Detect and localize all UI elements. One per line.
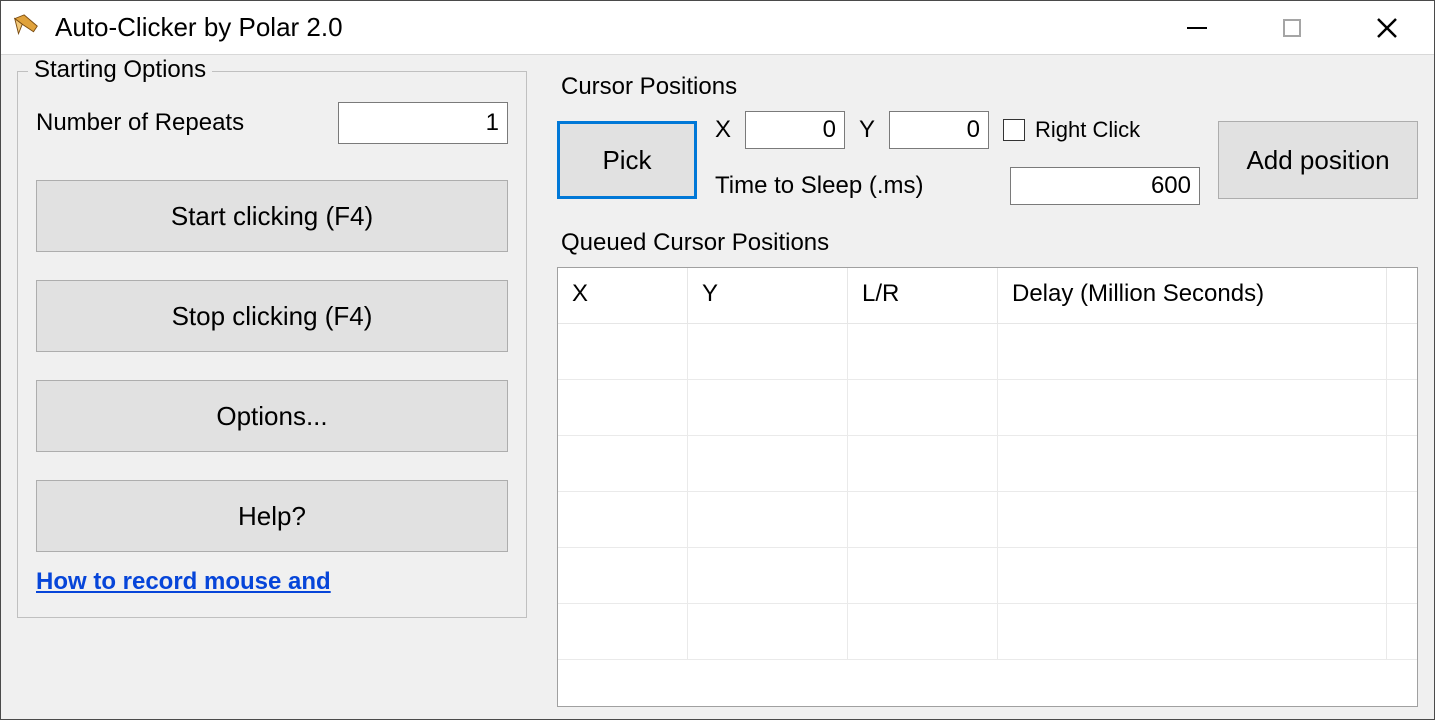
queued-positions-grid[interactable]: X Y L/R Delay (Million Seconds) <box>557 267 1418 707</box>
pick-button[interactable]: Pick <box>557 121 697 199</box>
repeats-input[interactable] <box>338 102 508 144</box>
starting-options-group: Starting Options Number of Repeats Start… <box>17 71 527 618</box>
col-header-x[interactable]: X <box>558 268 688 324</box>
sleep-input[interactable] <box>1010 167 1200 205</box>
sleep-label: Time to Sleep (.ms) <box>715 172 924 200</box>
tutorial-link[interactable]: How to record mouse and <box>36 568 331 595</box>
close-button[interactable] <box>1339 1 1434 55</box>
app-icon <box>11 13 41 43</box>
grid-row[interactable] <box>558 436 1417 492</box>
grid-body <box>558 324 1417 706</box>
grid-header: X Y L/R Delay (Million Seconds) <box>558 268 1417 324</box>
add-position-button[interactable]: Add position <box>1218 121 1418 199</box>
help-label: Help? <box>238 501 306 532</box>
y-input[interactable] <box>889 111 989 149</box>
col-header-y[interactable]: Y <box>688 268 848 324</box>
right-click-checkbox[interactable]: Right Click <box>1003 117 1140 143</box>
grid-row[interactable] <box>558 492 1417 548</box>
repeats-label: Number of Repeats <box>36 109 244 137</box>
x-label: X <box>715 116 731 144</box>
start-clicking-label: Start clicking (F4) <box>171 201 373 232</box>
stop-clicking-button[interactable]: Stop clicking (F4) <box>36 280 508 352</box>
grid-row[interactable] <box>558 604 1417 660</box>
titlebar: Auto-Clicker by Polar 2.0 <box>1 1 1434 55</box>
options-label: Options... <box>216 401 327 432</box>
stop-clicking-label: Stop clicking (F4) <box>172 301 373 332</box>
add-position-label: Add position <box>1246 145 1389 176</box>
help-button[interactable]: Help? <box>36 480 508 552</box>
col-header-delay[interactable]: Delay (Million Seconds) <box>998 268 1387 324</box>
x-input[interactable] <box>745 111 845 149</box>
window-title: Auto-Clicker by Polar 2.0 <box>55 12 343 43</box>
app-window: Auto-Clicker by Polar 2.0 Starting Optio… <box>0 0 1435 720</box>
right-panel: Cursor Positions Pick X Y Right Click <box>557 71 1418 719</box>
right-click-label: Right Click <box>1035 117 1140 143</box>
checkbox-icon <box>1003 119 1025 141</box>
cursor-input-row: Pick X Y Right Click Time to Sl <box>557 111 1418 205</box>
grid-row[interactable] <box>558 324 1417 380</box>
maximize-button[interactable] <box>1244 1 1339 55</box>
minimize-button[interactable] <box>1149 1 1244 55</box>
queued-label: Queued Cursor Positions <box>557 227 1418 267</box>
col-header-lr[interactable]: L/R <box>848 268 998 324</box>
y-label: Y <box>859 116 875 144</box>
grid-row[interactable] <box>558 380 1417 436</box>
options-button[interactable]: Options... <box>36 380 508 452</box>
start-clicking-button[interactable]: Start clicking (F4) <box>36 180 508 252</box>
col-header-scrollbar <box>1387 268 1417 324</box>
grid-row[interactable] <box>558 548 1417 604</box>
starting-options-legend: Starting Options <box>28 56 212 84</box>
window-body: Starting Options Number of Repeats Start… <box>1 55 1434 719</box>
left-panel: Starting Options Number of Repeats Start… <box>17 71 527 719</box>
cursor-positions-label: Cursor Positions <box>557 71 1418 111</box>
pick-label: Pick <box>602 145 651 176</box>
tutorial-link-text: How to record mouse and <box>36 568 331 595</box>
